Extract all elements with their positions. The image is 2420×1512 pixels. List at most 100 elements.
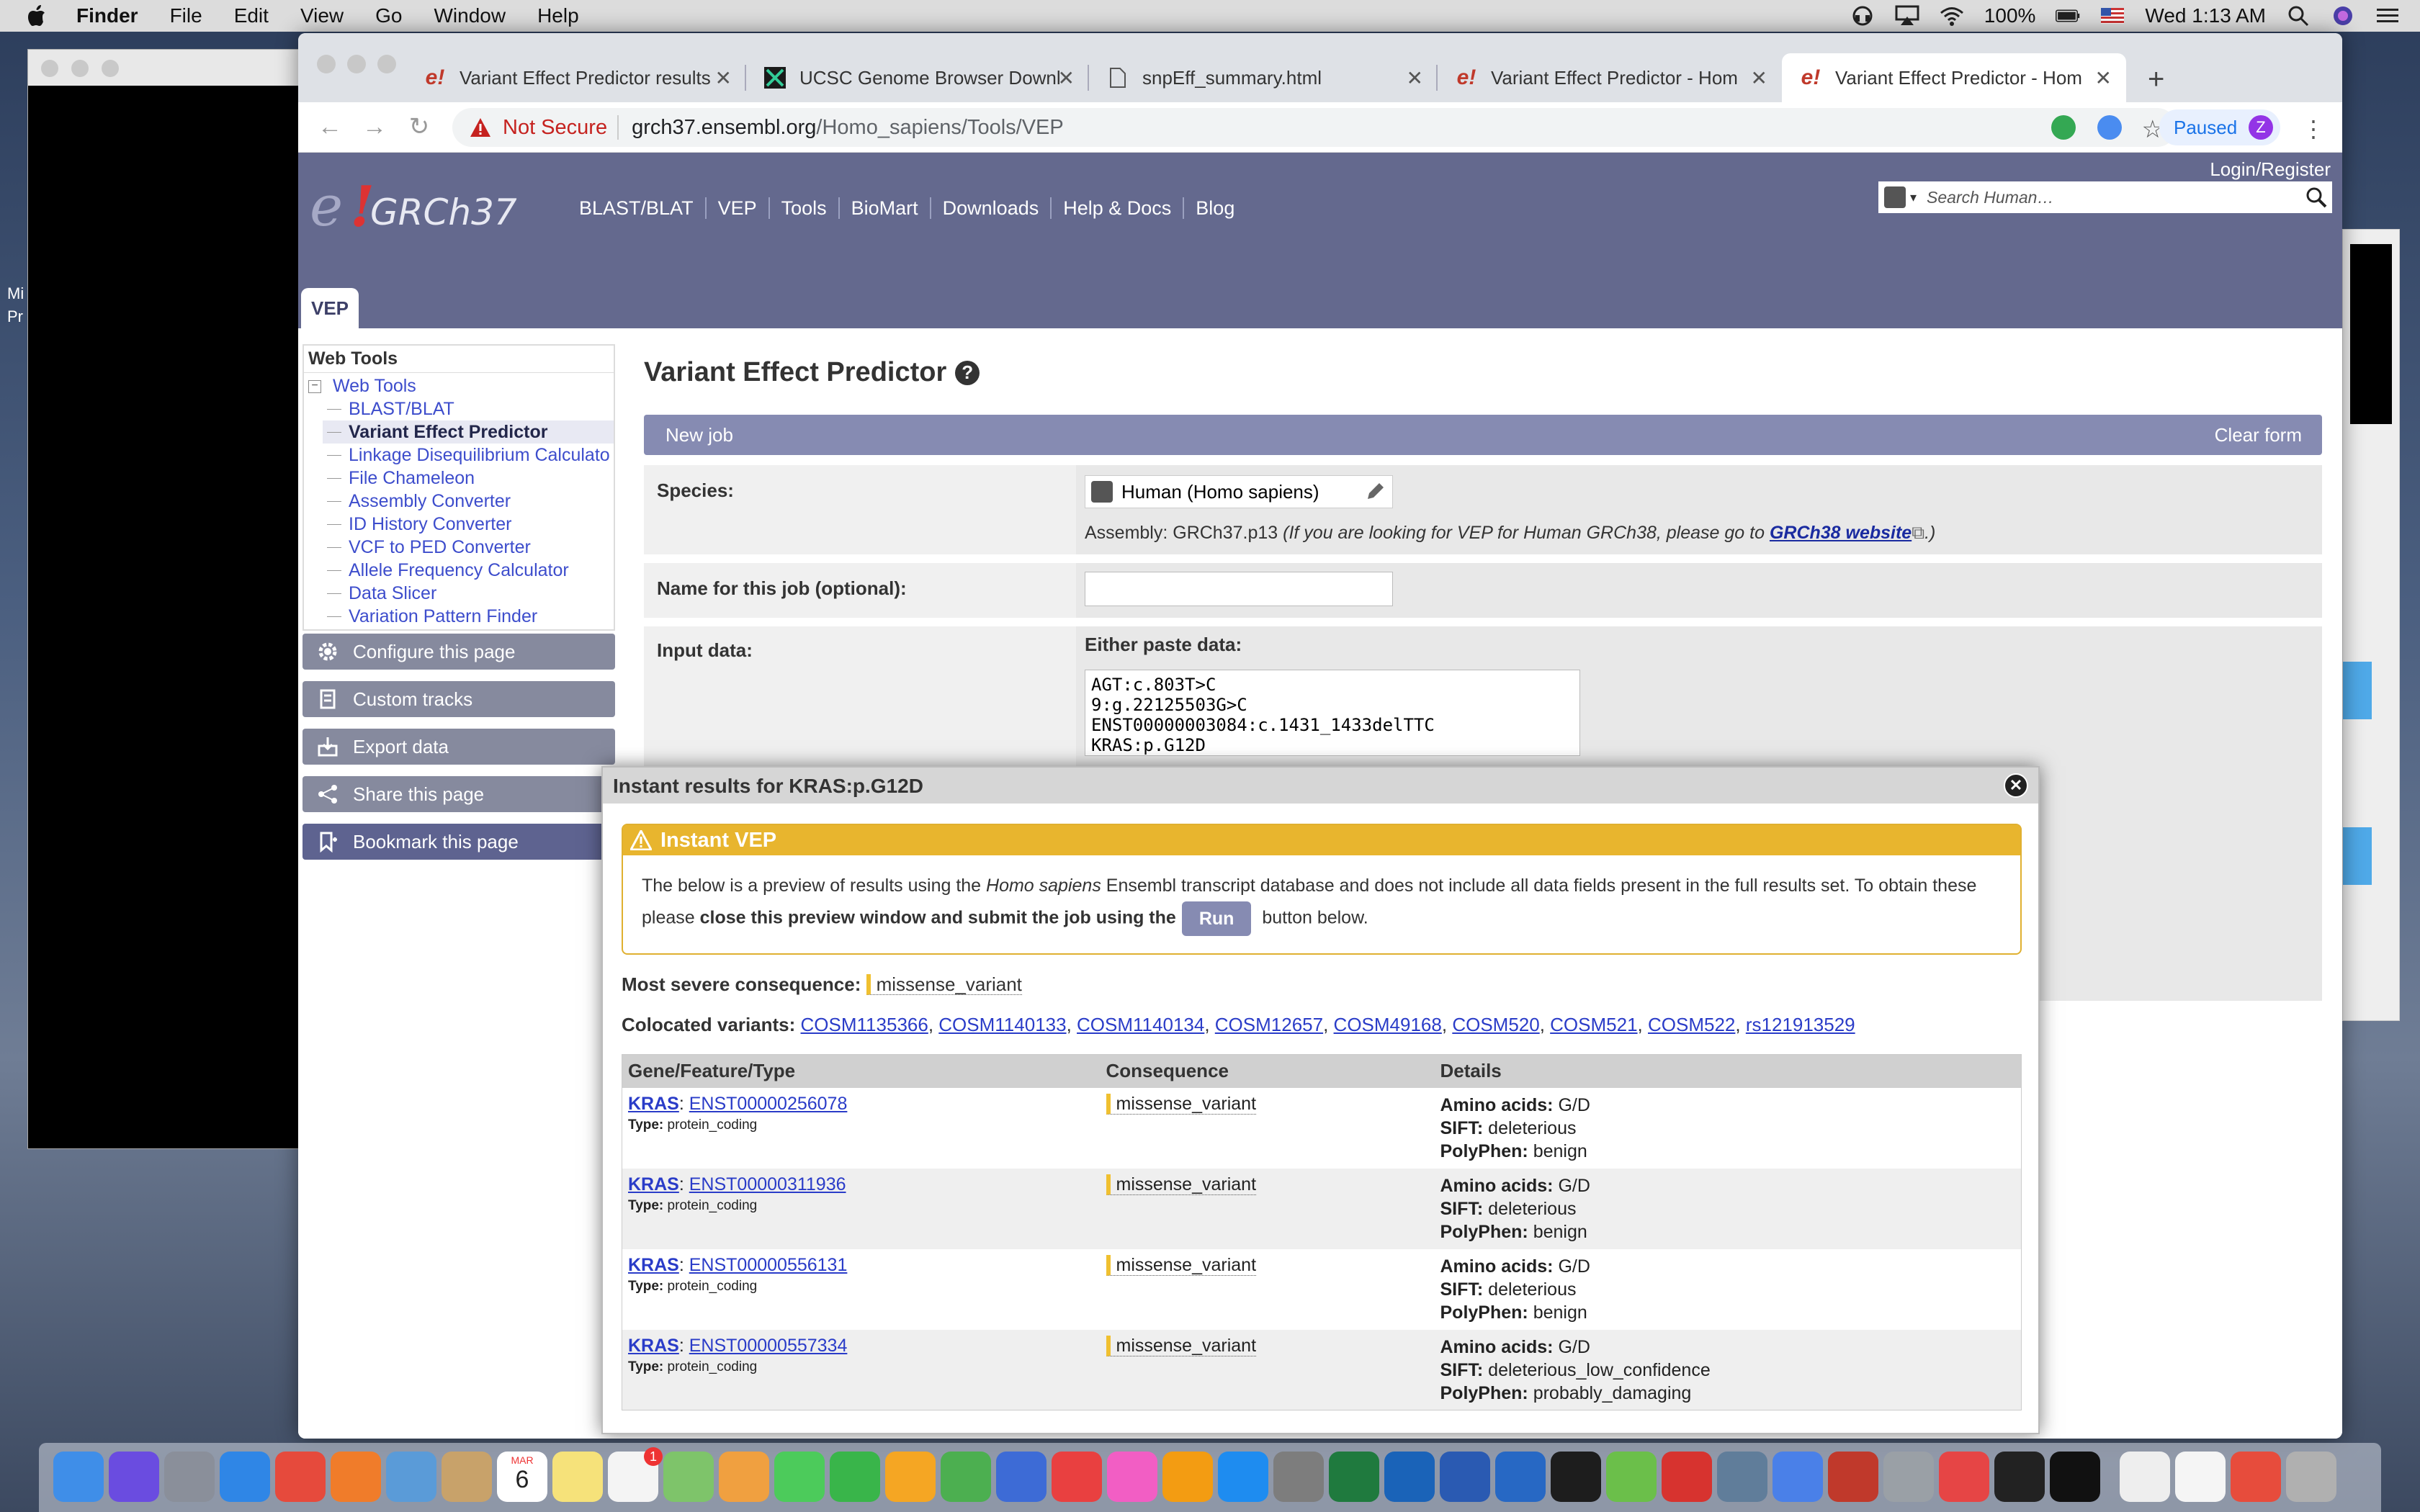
nav-biomart[interactable]: BioMart (840, 197, 931, 219)
sidebar-item-id-history[interactable]: ID History Converter (323, 513, 614, 536)
sidebar-item-file-chameleon[interactable]: File Chameleon (323, 467, 614, 490)
colocated-link[interactable]: COSM522 (1648, 1014, 1735, 1035)
photos-icon[interactable] (719, 1452, 769, 1502)
menu-window[interactable]: Window (434, 4, 506, 27)
colocated-link[interactable]: COSM49168 (1334, 1014, 1442, 1035)
tab-close-icon[interactable]: ✕ (715, 66, 732, 90)
clock[interactable]: Wed 1:13 AM (2145, 4, 2266, 27)
notes-icon[interactable] (442, 1452, 492, 1502)
nav-tools[interactable]: Tools (770, 197, 840, 219)
menu-edit[interactable]: Edit (234, 4, 269, 27)
appstore-icon[interactable] (1218, 1452, 1268, 1502)
transcript-link[interactable]: ENST00000557334 (689, 1336, 848, 1356)
photo-icon[interactable] (663, 1452, 714, 1502)
gene-link[interactable]: KRAS (628, 1336, 679, 1356)
gene-link[interactable]: KRAS (628, 1094, 679, 1114)
grch38-website-link[interactable]: GRCh38 website (1770, 523, 1912, 543)
excel-icon[interactable] (1329, 1452, 1379, 1502)
paste-data-textarea[interactable]: AGT:c.803T>C 9:g.22125503G>C ENST0000000… (1085, 670, 1580, 756)
ensembl-logo[interactable]: e! GRCh37 (310, 174, 526, 240)
menu-go[interactable]: Go (375, 4, 402, 27)
nav-vep[interactable]: VEP (707, 197, 770, 219)
airplay-icon[interactable] (1895, 5, 1919, 27)
sidebar-item-vep[interactable]: Variant Effect Predictor (323, 420, 614, 444)
doc-icon[interactable] (2175, 1452, 2226, 1502)
not-secure-label[interactable]: Not Secure (503, 116, 607, 140)
grammarly-extension-icon[interactable] (2051, 115, 2076, 140)
sidebar-item-variation-pattern[interactable]: Variation Pattern Finder (323, 605, 614, 628)
chevron-down-icon[interactable]: ▾ (1910, 190, 1917, 205)
launchpad-icon[interactable] (164, 1452, 215, 1502)
tex-icon[interactable] (1883, 1452, 1934, 1502)
share-page-button[interactable]: Share this page (302, 776, 615, 812)
job-name-input[interactable] (1085, 572, 1393, 606)
notification-center-icon[interactable] (2375, 5, 2400, 27)
nav-help-docs[interactable]: Help & Docs (1052, 197, 1185, 219)
tab-ucsc[interactable]: UCSC Genome Browser Downl ✕ (746, 53, 1089, 102)
apple-icon[interactable] (27, 5, 46, 27)
reload-icon[interactable]: ↻ (405, 112, 434, 141)
terminal-black-icon[interactable] (1994, 1452, 2045, 1502)
web-tools-root[interactable]: − Web Tools (308, 376, 416, 397)
settings-icon[interactable] (1273, 1452, 1324, 1502)
colocated-link[interactable]: COSM1140133 (938, 1014, 1066, 1035)
profile-button[interactable]: Paused Z (2159, 109, 2280, 145)
help-icon[interactable]: ? (955, 360, 980, 385)
chrome-icon[interactable] (275, 1452, 326, 1502)
search-extension-icon[interactable] (2097, 115, 2122, 140)
pycharm-icon[interactable] (1551, 1452, 1601, 1502)
siri-icon[interactable] (109, 1452, 159, 1502)
background-window-terminal[interactable] (27, 49, 301, 1149)
colocated-link[interactable]: COSM521 (1550, 1014, 1637, 1035)
r-icon[interactable] (1495, 1452, 1546, 1502)
music-icon[interactable] (1107, 1452, 1157, 1502)
wifi-icon[interactable] (1940, 5, 1964, 27)
export-data-button[interactable]: Export data (302, 729, 615, 765)
address-bar[interactable]: Not Secure grch37.ensembl.org/Homo_sapie… (452, 108, 2177, 147)
sidebar-item-ld-calculator[interactable]: Linkage Disequilibrium Calculato (323, 444, 614, 467)
battery-icon[interactable] (2056, 5, 2080, 27)
rstudio-icon[interactable] (1606, 1452, 1657, 1502)
sidebar-item-assembly-converter[interactable]: Assembly Converter (323, 490, 614, 513)
background-window-right[interactable] (2342, 229, 2400, 1021)
tab-close-icon[interactable]: ✕ (1751, 66, 1767, 90)
sidebar-item-vcf-to-ped[interactable]: VCF to PED Converter (323, 536, 614, 559)
calendar-icon[interactable]: MAR 6 (497, 1452, 547, 1502)
forward-icon[interactable]: → (360, 112, 389, 141)
pdf-icon[interactable] (1939, 1452, 1989, 1502)
sidebar-item-data-slicer[interactable]: Data Slicer (323, 582, 614, 605)
colocated-link[interactable]: COSM1135366 (801, 1014, 928, 1035)
menu-finder[interactable]: Finder (76, 4, 138, 27)
gene-link[interactable]: KRAS (628, 1255, 679, 1275)
virtualbox-icon[interactable] (1717, 1452, 1767, 1502)
sidebar-item-blast[interactable]: BLAST/BLAT (323, 397, 614, 420)
nav-blog[interactable]: Blog (1184, 197, 1246, 219)
spotlight-icon[interactable] (2286, 5, 2311, 27)
search-icon[interactable] (2305, 186, 2328, 209)
new-tab-button[interactable]: + (2148, 65, 2164, 94)
firefox-icon[interactable] (331, 1452, 381, 1502)
configure-page-button[interactable]: Configure this page (302, 634, 615, 670)
keynote2-icon[interactable] (996, 1452, 1047, 1502)
edit-pencil-icon[interactable] (1363, 480, 1386, 503)
tab-close-icon[interactable]: ✕ (2095, 66, 2112, 90)
tab-close-icon[interactable]: ✕ (1407, 66, 1423, 90)
colocated-link[interactable]: COSM12657 (1215, 1014, 1323, 1035)
safari-icon[interactable] (220, 1452, 270, 1502)
tab-snpeff-summary[interactable]: snpEff_summary.html ✕ (1089, 53, 1438, 102)
pdf-doc-icon[interactable] (2231, 1452, 2281, 1502)
menu-kebab-icon[interactable]: ⋮ (2302, 115, 2325, 143)
outlook-icon[interactable] (1384, 1452, 1435, 1502)
preview-icon[interactable] (386, 1452, 436, 1502)
stickies-icon[interactable] (552, 1452, 603, 1502)
nav-blast[interactable]: BLAST/BLAT (579, 197, 707, 219)
back-icon[interactable]: ← (315, 112, 344, 141)
close-icon[interactable]: ✕ (2004, 773, 2028, 798)
login-register-link[interactable]: Login/Register (2210, 158, 2331, 181)
finder-icon[interactable] (53, 1452, 104, 1502)
transcript-link[interactable]: ENST00000256078 (689, 1094, 848, 1114)
youdao-icon[interactable] (1662, 1452, 1712, 1502)
headset-icon[interactable] (1850, 5, 1875, 27)
custom-tracks-button[interactable]: Custom tracks (302, 681, 615, 717)
chrome-canary-icon[interactable] (1773, 1452, 1823, 1502)
